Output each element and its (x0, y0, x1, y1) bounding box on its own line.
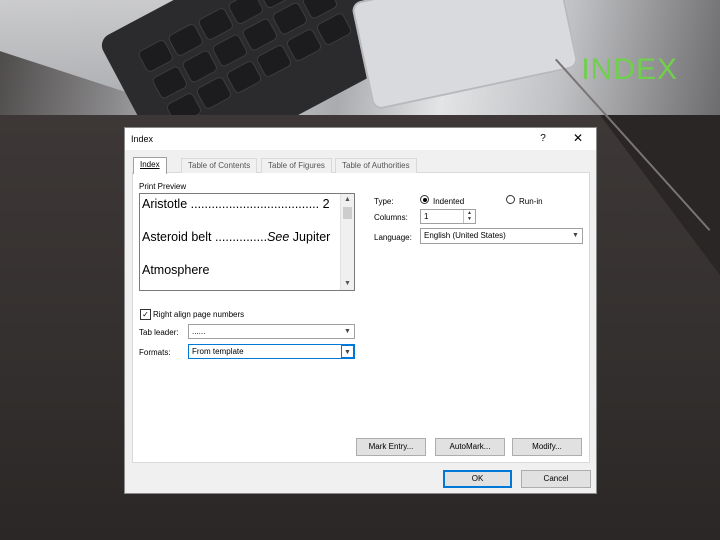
tab-table-of-figures[interactable]: Table of Figures (261, 158, 332, 173)
preview-entry-aristotle: Aristotle ..............................… (142, 197, 330, 211)
index-dialog: Index ? ✕ Index Table of Contents Table … (124, 127, 597, 494)
automark-button[interactable]: AutoMark... (435, 438, 505, 456)
slide-title: INDEX (581, 53, 678, 86)
tab-table-of-authorities[interactable]: Table of Authorities (335, 158, 417, 173)
chevron-down-icon[interactable]: ▼ (341, 325, 354, 338)
language-label: Language: (374, 233, 412, 242)
indented-radio[interactable] (420, 195, 429, 204)
tab-index-label: Index (140, 160, 160, 169)
columns-stepper[interactable]: 1 ▲ ▼ (420, 209, 476, 224)
tab-table-of-contents[interactable]: Table of Contents (181, 158, 258, 173)
print-preview-label: Print Preview (139, 182, 187, 191)
diagonal-shade (600, 115, 720, 275)
scroll-thumb[interactable] (343, 207, 352, 219)
trackpad-shape (350, 0, 580, 111)
scroll-down-icon[interactable]: ▼ (341, 278, 354, 290)
tab-leader-select[interactable]: ...... ▼ (188, 324, 355, 339)
tab-leader-value: ...... (192, 327, 206, 336)
columns-value: 1 (424, 212, 429, 221)
mark-entry-button[interactable]: Mark Entry... (356, 438, 426, 456)
language-value: English (United States) (424, 231, 506, 240)
dialog-titlebar: Index ? ✕ (125, 128, 596, 150)
cancel-button[interactable]: Cancel (521, 470, 591, 488)
preview-scrollbar[interactable]: ▲ ▼ (340, 194, 354, 290)
preview-entry-text: Asteroid belt ............... (142, 230, 268, 244)
tab-index[interactable]: Index (133, 157, 167, 174)
ok-button[interactable]: OK (443, 470, 512, 488)
formats-select[interactable]: From template ▼ (188, 344, 355, 359)
indented-label: Indented (433, 197, 465, 206)
close-icon[interactable]: ✕ (571, 131, 585, 145)
right-align-label: Right align page numbers (153, 310, 245, 319)
formats-value: From template (192, 347, 244, 356)
formats-label: Formats: (139, 348, 171, 357)
chevron-down-icon[interactable]: ▼ (341, 345, 354, 358)
columns-label: Columns: (374, 213, 408, 222)
print-preview-box: Aristotle ..............................… (139, 193, 355, 291)
preview-entry-target: Jupiter (289, 230, 331, 244)
run-in-radio[interactable] (506, 195, 515, 204)
preview-entry-see: See (267, 230, 290, 244)
run-in-label: Run-in (519, 197, 543, 206)
scroll-up-icon[interactable]: ▲ (341, 194, 354, 206)
tab-leader-label: Tab leader: (139, 328, 179, 337)
right-align-checkbox[interactable]: ✓ (140, 309, 151, 320)
language-select[interactable]: English (United States) ▼ (420, 228, 583, 244)
chevron-down-icon[interactable]: ▼ (569, 229, 582, 242)
columns-spin-buttons: ▲ ▼ (463, 210, 475, 223)
type-label: Type: (374, 197, 394, 206)
spin-down-icon[interactable]: ▼ (464, 216, 475, 222)
preview-entry-atmosphere: Atmosphere (142, 263, 210, 277)
modify-button[interactable]: Modify... (512, 438, 582, 456)
dialog-title: Index (131, 134, 154, 144)
help-icon[interactable]: ? (536, 132, 550, 146)
preview-entry-asteroid-belt: Asteroid belt ...............See Jupiter (142, 230, 330, 244)
